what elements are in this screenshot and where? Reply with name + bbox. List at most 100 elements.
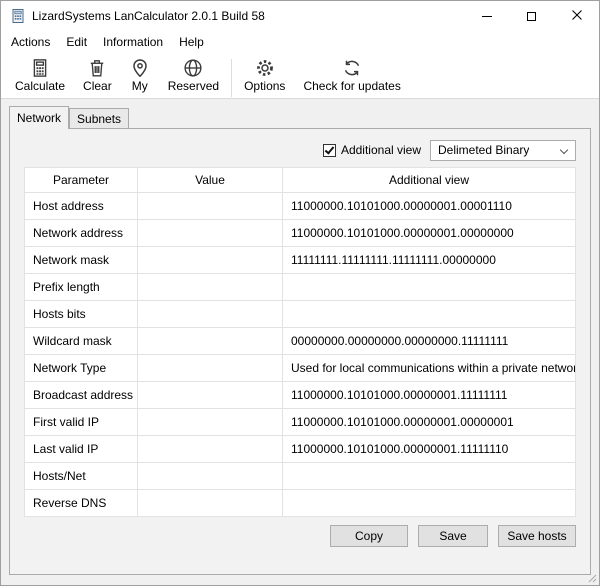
- save-button[interactable]: Save: [418, 525, 488, 547]
- menu-bar: Actions Edit Information Help: [1, 31, 599, 53]
- copy-button[interactable]: Copy: [330, 525, 408, 547]
- additional-view-cell: 11000000.10101000.00000001.00000000: [283, 220, 576, 247]
- tab-strip: Network Subnets: [9, 106, 599, 128]
- value-cell: [138, 382, 283, 409]
- checkmark-icon: [325, 144, 335, 154]
- value-cell: [138, 193, 283, 220]
- additional-view-cell: [283, 463, 576, 490]
- tab-network-label: Network: [17, 111, 61, 125]
- value-cell: [138, 436, 283, 463]
- table-row[interactable]: Wildcard mask 00000000.00000000.00000000.…: [25, 328, 576, 355]
- additional-view-cell: 11000000.10101000.00000001.00000001: [283, 409, 576, 436]
- parameter-cell: Hosts/Net: [25, 463, 138, 490]
- options-button[interactable]: Options: [235, 57, 294, 93]
- check-updates-button[interactable]: Check for updates: [294, 57, 409, 93]
- parameter-cell: Wildcard mask: [25, 328, 138, 355]
- table-header-row: Parameter Value Additional view: [25, 168, 576, 193]
- tool-label: My: [132, 79, 148, 93]
- additional-view-label: Additional view: [341, 143, 421, 157]
- reserved-button[interactable]: Reserved: [159, 57, 228, 93]
- minimize-button[interactable]: [464, 1, 509, 31]
- value-cell: [138, 220, 283, 247]
- menu-edit[interactable]: Edit: [58, 32, 95, 52]
- title-bar[interactable]: LizardSystems LanCalculator 2.0.1 Build …: [1, 1, 599, 31]
- table-row[interactable]: Host address 11000000.10101000.00000001.0…: [25, 193, 576, 220]
- toolbar-separator: [231, 59, 232, 97]
- save-hosts-button[interactable]: Save hosts: [498, 525, 576, 547]
- menu-information[interactable]: Information: [95, 32, 171, 52]
- menu-actions[interactable]: Actions: [3, 32, 58, 52]
- parameter-cell: Host address: [25, 193, 138, 220]
- value-cell: [138, 301, 283, 328]
- chevron-down-icon: [560, 145, 568, 153]
- additional-view-cell: Used for local communications within a p…: [283, 355, 576, 382]
- value-cell: [138, 463, 283, 490]
- additional-view-cell: [283, 301, 576, 328]
- tool-label: Reserved: [168, 79, 219, 93]
- maximize-button[interactable]: [509, 1, 554, 31]
- table-row[interactable]: Broadcast address 11000000.10101000.00000…: [25, 382, 576, 409]
- my-button[interactable]: My: [121, 57, 159, 93]
- tab-subnets-label: Subnets: [77, 112, 121, 126]
- value-cell: [138, 247, 283, 274]
- parameters-table: Parameter Value Additional view Host add…: [24, 167, 576, 517]
- view-controls-row: Additional view Delimeted Binary: [24, 139, 576, 161]
- tool-label: Clear: [83, 79, 112, 93]
- parameter-cell: First valid IP: [25, 409, 138, 436]
- header-parameter: Parameter: [25, 168, 138, 193]
- additional-view-cell: 11111111.11111111.11111111.00000000: [283, 247, 576, 274]
- main-area: Network Subnets Additional view Delimete…: [1, 99, 599, 585]
- header-value: Value: [138, 168, 283, 193]
- table-row[interactable]: Network TypeUsed for local communication…: [25, 355, 576, 382]
- additional-view-cell: [283, 274, 576, 301]
- header-additional: Additional view: [283, 168, 576, 193]
- param-table-body: Host address 11000000.10101000.00000001.0…: [25, 193, 576, 517]
- trash-icon: [87, 57, 107, 78]
- minimize-icon: [482, 16, 492, 17]
- location-pin-icon: [130, 57, 150, 78]
- value-cell: [138, 409, 283, 436]
- value-cell: [138, 490, 283, 517]
- close-button[interactable]: [554, 1, 599, 31]
- checkbox-icon: [323, 144, 336, 157]
- calculate-button[interactable]: Calculate: [6, 57, 74, 93]
- window-title: LizardSystems LanCalculator 2.0.1 Build …: [32, 9, 265, 23]
- table-row[interactable]: Hosts bits: [25, 301, 576, 328]
- maximize-icon: [527, 12, 536, 21]
- tab-subnets[interactable]: Subnets: [69, 108, 129, 128]
- value-cell: [138, 274, 283, 301]
- additional-view-cell: 11000000.10101000.00000001.00001110: [283, 193, 576, 220]
- parameter-cell: Hosts bits: [25, 301, 138, 328]
- table-row[interactable]: First valid IP 11000000.10101000.00000001…: [25, 409, 576, 436]
- parameter-cell: Broadcast address: [25, 382, 138, 409]
- table-row[interactable]: Last valid IP11000000.10101000.00000001.…: [25, 436, 576, 463]
- additional-view-cell: 00000000.00000000.00000000.11111111: [283, 328, 576, 355]
- refresh-icon: [342, 57, 362, 78]
- additional-view-cell: 11000000.10101000.00000001.11111111: [283, 382, 576, 409]
- calculator-icon: [30, 57, 50, 78]
- app-icon: [10, 8, 26, 24]
- tool-label: Check for updates: [303, 79, 400, 93]
- value-cell: [138, 328, 283, 355]
- additional-view-cell: [283, 490, 576, 517]
- view-mode-select[interactable]: Delimeted Binary: [430, 140, 576, 161]
- view-mode-value: Delimeted Binary: [438, 143, 529, 157]
- footer-buttons: Copy Save Save hosts: [24, 525, 576, 547]
- close-icon: [572, 9, 582, 23]
- menu-help[interactable]: Help: [171, 32, 212, 52]
- table-row[interactable]: Network mask11111111.11111111.11111111.0…: [25, 247, 576, 274]
- table-row[interactable]: Hosts/Net: [25, 463, 576, 490]
- globe-icon: [183, 57, 203, 78]
- gear-icon: [255, 57, 275, 78]
- additional-view-checkbox[interactable]: Additional view: [323, 143, 421, 157]
- toolbar: Calculate Clear: [1, 53, 599, 99]
- tab-network[interactable]: Network: [9, 106, 69, 129]
- parameter-cell: Prefix length: [25, 274, 138, 301]
- value-cell: [138, 355, 283, 382]
- app-window: LizardSystems LanCalculator 2.0.1 Build …: [0, 0, 600, 586]
- table-row[interactable]: Network address11000000.10101000.0000000…: [25, 220, 576, 247]
- clear-button[interactable]: Clear: [74, 57, 121, 93]
- table-row[interactable]: Reverse DNS: [25, 490, 576, 517]
- tool-label: Options: [244, 79, 285, 93]
- table-row[interactable]: Prefix length: [25, 274, 576, 301]
